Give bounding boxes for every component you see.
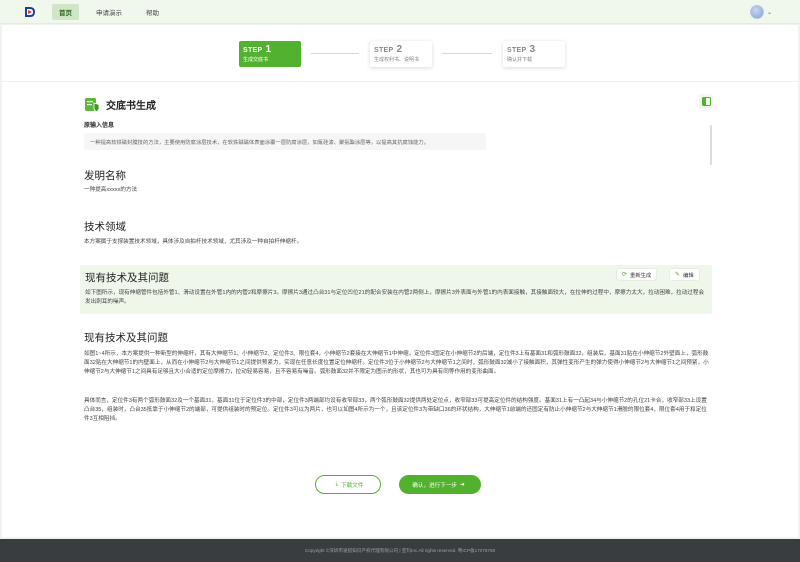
top-nav: 首页 申请演示 帮助 ⌄ (0, 0, 800, 24)
download-label: 下载文件 (341, 482, 364, 489)
toggle-panel-button[interactable] (699, 94, 713, 108)
footer: Copyright ©深圳市速搭知识产权代理有限公司 | 亚玛Inc.All r… (0, 539, 800, 562)
step-label: STEP (243, 47, 263, 54)
download-icon: ⤓ (335, 481, 339, 487)
regenerate-label: 重新生成 (630, 272, 652, 279)
user-menu[interactable]: ⌄ (749, 5, 772, 19)
solution-paragraph-2: 具体而言，定位件3有两个弧形鼓面32及一个基面31，基面31位于定位件3的中部，… (84, 398, 707, 422)
solution-title: 现有技术及其问题 (84, 332, 168, 344)
prior-art-text: 如下图所示，现有伸缩管件包括外管1、滑动设置在外管1内的内管2和摩擦片3。摩擦片… (85, 290, 705, 305)
download-button[interactable]: ⤓ 下载文件 (315, 475, 381, 494)
step-connector (311, 53, 359, 54)
step-connector (442, 53, 492, 54)
nav-item-demo[interactable]: 申请演示 (89, 4, 129, 20)
next-label: 确认，进行下一步 (412, 482, 458, 489)
scrollbar[interactable] (710, 125, 712, 165)
arrow-right-icon: ➜ (460, 481, 465, 488)
prior-art-section: 现有技术及其问题 ⟳ 重新生成 ✎ 编辑 如下图所示，现有伸缩管件包括外管1、滑… (80, 265, 712, 314)
edit-icon: ✎ (675, 272, 681, 278)
step-title: 生成交底书 (243, 57, 269, 63)
refresh-icon: ⟳ (622, 272, 628, 278)
chevron-down-icon[interactable]: ⌄ (767, 9, 772, 16)
sidebar-toggle-icon (701, 96, 711, 106)
step-title: 确认并下载 (507, 57, 533, 63)
stepper: STEP 1 生成交底书 STEP 2 生成权利书、说明书 STEP 3 确认并下载 (2, 25, 798, 82)
step-label: STEP (374, 47, 394, 54)
step-1[interactable]: STEP 1 生成交底书 (239, 41, 301, 67)
step-title: 生成权利书、说明书 (374, 57, 420, 63)
document-shield-icon (84, 96, 100, 112)
original-input-label: 原输入信息 (84, 123, 115, 129)
step-number: 3 (529, 44, 536, 55)
step-3[interactable]: STEP 3 确认并下载 (503, 41, 565, 67)
tech-field-title: 技术领域 (84, 221, 126, 233)
step-number: 1 (265, 44, 272, 55)
solution-paragraph-1: 如图1~4所示，本方案提供一种新型的伸缩杆，其有大伸缩节1、小伸缩节2、定位件3… (84, 351, 709, 375)
tech-field-text: 本方案属于支撑装置技术领域，具体涉及自拍杆技术领域，尤其涉及一种自拍杆伸缩杆。 (84, 239, 303, 245)
regenerate-button[interactable]: ⟳ 重新生成 (617, 269, 657, 280)
step-number: 2 (396, 44, 403, 55)
copyright-text: Copyright ©深圳市速搭知识产权代理有限公司 | 亚玛Inc.All r… (304, 547, 496, 553)
prior-art-title: 现有技术及其问题 (85, 272, 169, 284)
avatar[interactable] (749, 5, 764, 19)
step-label: STEP (507, 47, 527, 54)
next-step-button[interactable]: 确认，进行下一步 ➜ (399, 475, 481, 494)
page-title: 交底书生成 (106, 100, 156, 112)
doc-header: 交底书生成 (84, 96, 156, 112)
original-input-field[interactable]: 一种提高软铁磁封膜技的方法，主要使用防腐涂层技术，在软铁磁磁体表面涂覆一层防腐涂… (84, 133, 486, 150)
invention-name-title: 发明名称 (84, 170, 126, 182)
nav-item-home[interactable]: 首页 (52, 3, 79, 20)
app-logo-icon[interactable] (24, 6, 36, 18)
nav-item-help[interactable]: 帮助 (139, 4, 166, 20)
edit-label: 编辑 (683, 272, 694, 279)
edit-button[interactable]: ✎ 编辑 (670, 269, 699, 280)
step-2[interactable]: STEP 2 生成权利书、说明书 (370, 41, 432, 67)
invention-name-text: 一种提高xxxxx的方法 (84, 187, 138, 193)
